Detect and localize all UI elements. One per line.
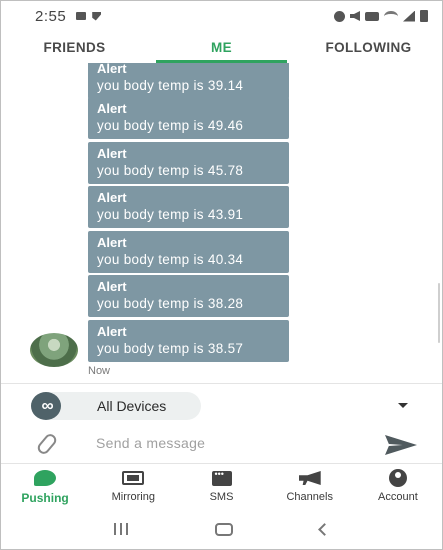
top-tabs: FRIENDS ME FOLLOWING (1, 31, 442, 63)
message-title: Alert (97, 235, 127, 250)
message-title: Alert (97, 279, 127, 294)
status-left-icons (76, 11, 102, 21)
nav-label: SMS (209, 491, 234, 503)
tab-following[interactable]: FOLLOWING (295, 31, 442, 63)
alarm-icon (334, 10, 345, 22)
message-text: you body temp is 49.46 (97, 118, 244, 133)
nav-channels[interactable]: Channels (266, 464, 354, 507)
mirroring-icon (122, 471, 145, 485)
nav-sms[interactable]: SMS (177, 464, 265, 507)
message-list[interactable]: Alert you body temp is 39.14 Alert you b… (1, 63, 442, 381)
message-title: Alert (97, 63, 127, 76)
channels-icon (298, 471, 321, 485)
video-icon (76, 12, 87, 20)
missed-call-icon (92, 11, 102, 21)
system-nav-bar (1, 507, 442, 549)
message-text: you body temp is 38.57 (97, 341, 244, 356)
nav-icon-wrap (122, 470, 145, 486)
status-time: 2:55 (35, 7, 67, 25)
chevron-down-icon[interactable] (398, 403, 408, 408)
message-bubble[interactable]: Alert you body temp is 43.91 (88, 186, 289, 228)
status-right-icons (334, 10, 428, 22)
message-text: you body temp is 38.28 (97, 296, 244, 311)
nav-mirroring[interactable]: Mirroring (89, 464, 177, 507)
tab-friends[interactable]: FRIENDS (1, 31, 148, 63)
signal-icon (403, 10, 415, 22)
compose-bar (1, 427, 442, 463)
nav-icon-wrap (388, 469, 407, 487)
pushing-icon (34, 470, 57, 486)
message-text: you body temp is 43.91 (97, 207, 244, 222)
nav-label: Mirroring (111, 491, 155, 503)
message-bubble[interactable]: Alert you body temp is 38.57 (88, 320, 289, 362)
bottom-nav: Pushing Mirroring SMS Channels Account (1, 463, 442, 507)
message-timestamp: Now (88, 365, 111, 377)
scrollbar[interactable] (438, 283, 440, 343)
wifi-icon (384, 10, 398, 22)
message-title: Alert (97, 324, 127, 339)
infinity-icon: ∞ (31, 392, 61, 420)
device-selector[interactable]: ∞ All Devices (31, 392, 201, 420)
mute-icon (350, 11, 360, 21)
nav-label: Channels (286, 491, 333, 503)
app-frame: 2:55 FRIENDS ME FOLLOWING Alert you body… (0, 0, 443, 550)
tab-me[interactable]: ME (148, 31, 295, 63)
device-selector-row: ∞ All Devices (1, 383, 442, 427)
nav-icon-wrap (34, 470, 57, 486)
volte-icon (365, 11, 379, 21)
message-title: Alert (97, 101, 127, 116)
avatar[interactable] (30, 333, 78, 367)
message-text: you body temp is 45.78 (97, 163, 244, 178)
paperclip-icon[interactable] (35, 431, 59, 457)
status-bar: 2:55 (1, 1, 442, 31)
home-icon[interactable] (214, 522, 233, 536)
account-icon (388, 469, 407, 487)
message-text: you body temp is 40.34 (97, 252, 244, 267)
message-text: you body temp is 39.14 (97, 78, 244, 93)
message-bubble[interactable]: Alert you body temp is 40.34 (88, 231, 289, 273)
message-bubble[interactable]: Alert you body temp is 45.78 (88, 142, 289, 184)
back-icon[interactable] (317, 522, 331, 536)
nav-pushing[interactable]: Pushing (1, 464, 89, 507)
nav-account[interactable]: Account (354, 464, 442, 507)
send-icon[interactable] (385, 435, 417, 455)
recent-apps-icon[interactable] (114, 523, 129, 535)
message-bubble[interactable]: Alert you body temp is 38.28 (88, 275, 289, 317)
nav-icon-wrap (211, 469, 232, 486)
nav-label: Pushing (21, 491, 69, 505)
device-label: All Devices (97, 398, 167, 414)
message-title: Alert (97, 146, 127, 161)
sms-icon (211, 469, 232, 486)
message-bubble[interactable]: Alert you body temp is 49.46 (88, 97, 289, 139)
message-bubble[interactable]: Alert you body temp is 39.14 (88, 63, 289, 99)
nav-icon-wrap (298, 470, 321, 486)
battery-icon (420, 10, 428, 22)
message-title: Alert (97, 190, 127, 205)
nav-label: Account (378, 491, 418, 503)
message-input[interactable] (96, 435, 346, 451)
